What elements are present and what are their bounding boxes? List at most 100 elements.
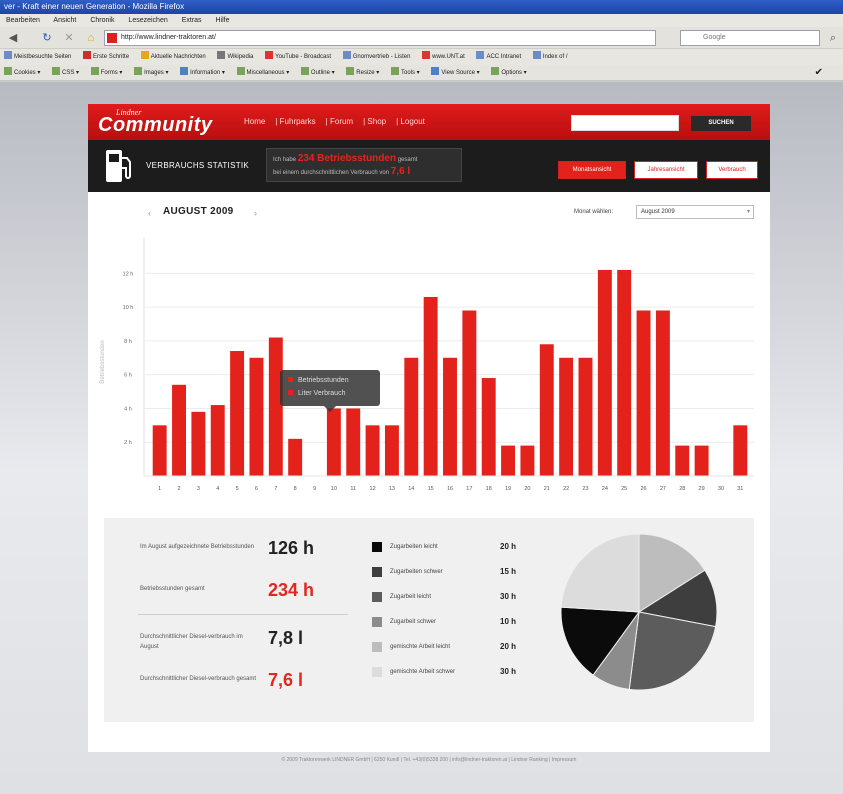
legend-label: Zugarbeit leicht xyxy=(390,594,432,600)
bar-day-19[interactable] xyxy=(501,445,516,476)
menu-item-tools[interactable]: Extras xyxy=(182,17,202,24)
x-tick-label: 5 xyxy=(236,486,239,492)
menu-item-edit[interactable]: Bearbeiten xyxy=(6,17,40,24)
toolbar-item[interactable]: Outline ▾ xyxy=(300,67,335,76)
legend-label: gemischte Arbeit leicht xyxy=(390,644,451,650)
bar-day-20[interactable] xyxy=(520,445,535,476)
legend-value: 10 h xyxy=(500,617,517,626)
stop-icon[interactable]: ✕ xyxy=(62,31,76,45)
reload-icon[interactable]: ↻ xyxy=(40,31,54,45)
bar-chart: Betriebsstunden2 h4 h6 h8 h10 h12 h1 2 3 4 5… xyxy=(100,238,754,492)
bar-day-23[interactable] xyxy=(578,357,593,476)
x-tick-label: 2 xyxy=(178,486,181,492)
toolbar-item[interactable]: CSS ▾ xyxy=(52,67,79,76)
bar-day-10[interactable] xyxy=(326,408,341,476)
bar-day-5[interactable] xyxy=(230,351,245,476)
bookmark-item[interactable]: Meistbesuchte Seiten xyxy=(4,51,71,60)
x-tick-label: 23 xyxy=(582,486,588,492)
checkmark-icon: ✔ xyxy=(814,67,823,78)
toolbar-item[interactable]: View Source ▾ xyxy=(431,67,480,76)
toolbar-item[interactable]: Resize ▾ xyxy=(346,67,379,76)
bookmark-item[interactable]: Wikipedia xyxy=(217,51,253,60)
bookmarks-bar: Meistbesuchte Seiten Erste Schritte Aktu… xyxy=(0,49,843,65)
bar-day-28[interactable] xyxy=(675,445,690,476)
window-title: ver - Kraft einer neuen Generation - Moz… xyxy=(4,2,185,11)
menu-item-history[interactable]: Chronik xyxy=(90,17,114,24)
x-tick-label: 28 xyxy=(679,486,685,492)
legend-label: Zugarbeiten schwer xyxy=(390,569,443,575)
bar-day-11[interactable] xyxy=(346,408,361,476)
x-tick-label: 30 xyxy=(718,486,724,492)
y-tick-label: 10 h xyxy=(123,305,134,311)
bookmark-item[interactable]: ACC Intranet xyxy=(476,51,521,60)
x-tick-label: 19 xyxy=(505,486,511,492)
navigation-toolbar: ◀ ↻ ✕ ⌂ http://www.lindner-traktoren.at/… xyxy=(0,27,843,49)
stat-label: Betriebsstunden gesamt xyxy=(140,586,205,592)
toolbar-item[interactable]: Miscellaneous ▾ xyxy=(236,67,289,76)
bar-day-17[interactable] xyxy=(462,310,477,476)
bar-day-2[interactable] xyxy=(172,384,186,476)
legend-label: gemischte Arbeit schwer xyxy=(390,669,456,675)
bar-day-12[interactable] xyxy=(365,425,380,476)
address-bar[interactable]: http://www.lindner-traktoren.at/ xyxy=(104,30,656,46)
bookmark-item[interactable]: www.UNT.at xyxy=(422,51,465,60)
bar-day-27[interactable] xyxy=(655,310,670,476)
bar-day-14[interactable] xyxy=(404,357,419,476)
toolbar-item[interactable]: Options ▾ xyxy=(491,67,527,76)
search-icon[interactable]: ⌕ xyxy=(826,31,840,45)
browser-search-input[interactable]: Google xyxy=(680,30,820,46)
toolbar-item[interactable]: Forms ▾ xyxy=(90,67,122,76)
bar-day-3[interactable] xyxy=(191,411,206,476)
bar-day-22[interactable] xyxy=(559,357,574,476)
stat-divider xyxy=(138,614,348,615)
bar-day-8[interactable] xyxy=(288,438,303,476)
bar-day-1[interactable] xyxy=(152,425,167,476)
menu-item-help[interactable]: Hilfe xyxy=(215,17,229,24)
legend-swatch xyxy=(372,592,382,602)
bar-day-15[interactable] xyxy=(423,296,438,476)
bar-day-24[interactable] xyxy=(597,269,612,476)
bar-day-13[interactable] xyxy=(384,425,399,476)
bar-day-26[interactable] xyxy=(636,310,651,476)
y-axis-title: Betriebsstunden xyxy=(100,340,106,383)
bar-day-18[interactable] xyxy=(481,378,496,476)
toolbar-item[interactable]: Cookies ▾ xyxy=(4,67,40,76)
x-tick-label: 9 xyxy=(313,486,316,492)
home-icon[interactable]: ⌂ xyxy=(84,31,98,45)
toolbar-item[interactable]: Images ▾ xyxy=(134,67,168,76)
toolbar-item[interactable]: Tools ▾ xyxy=(391,67,420,76)
legend-value: 30 h xyxy=(500,667,517,676)
bookmark-item[interactable]: Gnomvertrieb - Listen xyxy=(342,51,410,60)
bar-day-25[interactable] xyxy=(617,269,632,476)
favicon-icon xyxy=(107,33,117,43)
browser-search-placeholder: Google xyxy=(703,34,726,41)
bookmark-item[interactable]: YouTube - Broadcast xyxy=(265,51,331,60)
bar-day-6[interactable] xyxy=(249,357,264,476)
tooltip-label: Betriebsstunden xyxy=(298,377,349,384)
menu-item-view[interactable]: Ansicht xyxy=(53,17,76,24)
bookmark-item[interactable]: Aktuelle Nachrichten xyxy=(140,51,206,60)
address-url: http://www.lindner-traktoren.at/ xyxy=(121,34,216,41)
tooltip-swatch xyxy=(288,390,293,395)
tooltip-label: Liter Verbrauch xyxy=(298,390,346,397)
x-tick-label: 4 xyxy=(216,486,219,492)
bookmark-item[interactable]: Index of / xyxy=(532,51,568,60)
x-tick-label: 24 xyxy=(602,486,608,492)
bar-day-21[interactable] xyxy=(539,344,554,476)
pie-slice[interactable] xyxy=(628,611,717,691)
x-tick-label: 31 xyxy=(737,486,743,492)
bar-day-29[interactable] xyxy=(694,445,709,476)
bar-day-16[interactable] xyxy=(443,357,457,476)
bar-day-7[interactable] xyxy=(268,337,283,476)
bar-day-4[interactable] xyxy=(210,405,225,476)
stat-value: 234 h xyxy=(268,580,315,600)
y-tick-label: 4 h xyxy=(124,406,132,412)
bar-day-31[interactable] xyxy=(733,425,748,476)
back-icon[interactable]: ◀ xyxy=(6,31,20,45)
toolbar-item[interactable]: Information ▾ xyxy=(180,67,225,76)
x-tick-label: 18 xyxy=(486,486,492,492)
bookmark-item[interactable]: Erste Schritte xyxy=(83,51,129,60)
x-tick-label: 17 xyxy=(466,486,472,492)
pie-slice[interactable] xyxy=(560,533,640,613)
menu-item-bookmarks[interactable]: Lesezeichen xyxy=(128,17,167,24)
